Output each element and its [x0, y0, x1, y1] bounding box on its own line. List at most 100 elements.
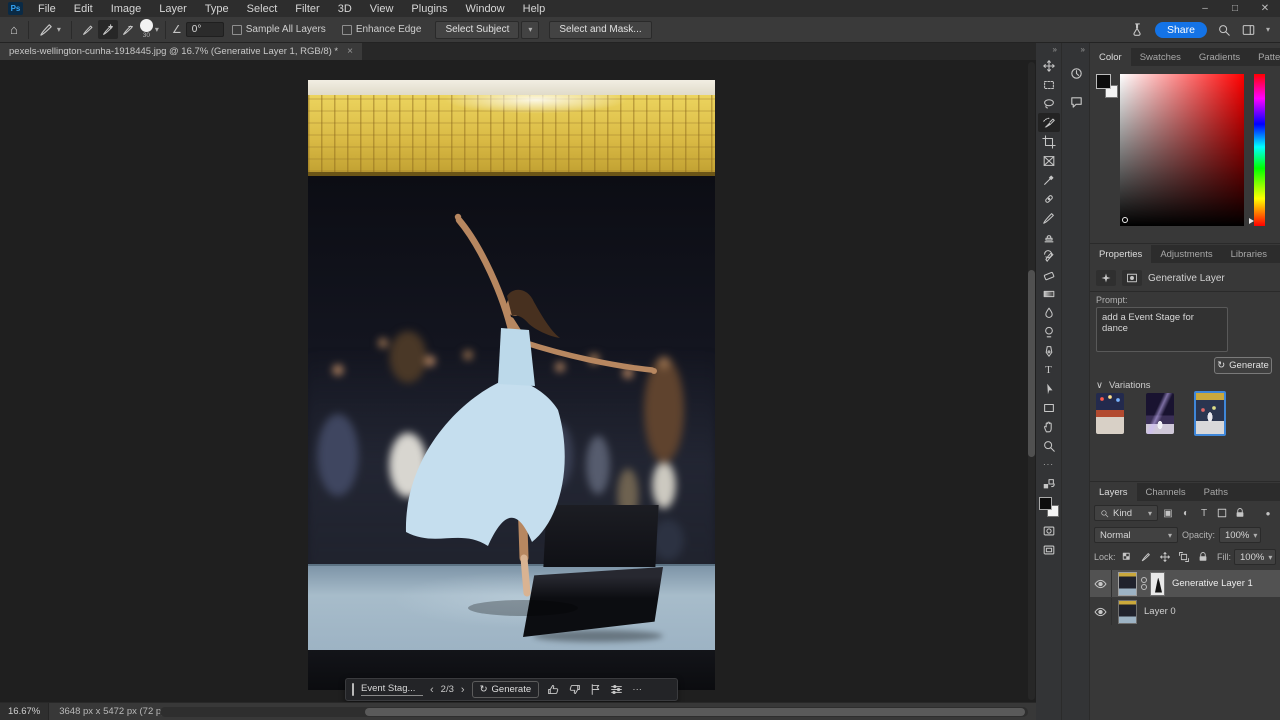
thumbs-down-icon[interactable] [567, 683, 581, 697]
menu-filter[interactable]: Filter [286, 3, 328, 15]
tab-libraries[interactable]: Libraries [1222, 245, 1276, 263]
taskbar-generate-button[interactable]: ↻ Generate [472, 681, 540, 698]
more-options-icon[interactable]: ··· [630, 683, 644, 697]
color-picker-field[interactable] [1120, 74, 1244, 226]
variation-thumbnail-2[interactable] [1146, 393, 1174, 434]
select-subject-options-button[interactable]: ▾ [521, 21, 539, 39]
horizontal-scrollbar-thumb[interactable] [365, 708, 1025, 716]
filter-type-layers-icon[interactable]: T [1196, 505, 1212, 521]
tab-gradients[interactable]: Gradients [1190, 48, 1249, 66]
edit-toolbar-button[interactable]: ··· [1038, 455, 1060, 474]
blur-tool[interactable] [1038, 303, 1060, 322]
quick-mask-button[interactable] [1038, 521, 1060, 540]
tab-channels[interactable]: Channels [1137, 483, 1195, 501]
brush-size-picker[interactable]: 30 [140, 19, 153, 40]
foreground-color-swatch[interactable] [1039, 497, 1052, 510]
workspace-switcher-icon[interactable] [1241, 23, 1256, 37]
chevron-down-icon[interactable]: ▾ [155, 25, 159, 34]
eyedropper-tool[interactable] [1038, 170, 1060, 189]
tab-adjustments[interactable]: Adjustments [1151, 245, 1221, 263]
gradient-tool[interactable] [1038, 284, 1060, 303]
path-select-tool[interactable] [1038, 379, 1060, 398]
dodge-tool[interactable] [1038, 322, 1060, 341]
filter-kind-dropdown[interactable]: Kind ▾ [1094, 505, 1158, 521]
comments-panel-button[interactable] [1065, 90, 1087, 112]
pen-tool[interactable] [1038, 341, 1060, 360]
filter-toggle-icon[interactable]: ● [1260, 505, 1276, 521]
settings-sliders-icon[interactable] [609, 683, 623, 697]
vertical-scrollbar[interactable] [1028, 62, 1035, 700]
share-button[interactable]: Share [1155, 22, 1207, 38]
photoshop-logo[interactable]: Ps [8, 2, 23, 15]
beta-flask-icon[interactable] [1130, 22, 1145, 37]
menu-type[interactable]: Type [196, 3, 238, 15]
vertical-scrollbar-thumb[interactable] [1028, 270, 1035, 457]
document-image[interactable] [308, 80, 715, 690]
menu-help[interactable]: Help [514, 3, 555, 15]
foreground-background-swatches[interactable] [1039, 497, 1059, 517]
menu-plugins[interactable]: Plugins [402, 3, 456, 15]
lock-artboard-icon[interactable] [1176, 549, 1192, 565]
select-subject-button[interactable]: Select Subject [435, 21, 519, 39]
eraser-tool[interactable] [1038, 265, 1060, 284]
menu-layer[interactable]: Layer [150, 3, 196, 15]
prompt-textarea[interactable]: add a Event Stage for dance [1096, 307, 1228, 352]
variation-thumbnail-3-selected[interactable] [1194, 391, 1226, 436]
layer-name[interactable]: Generative Layer 1 [1172, 578, 1253, 589]
tool-preset-picker[interactable]: ▾ [35, 20, 65, 39]
filter-adjustment-layers-icon[interactable]: ◐ [1178, 505, 1194, 521]
search-icon[interactable] [1217, 23, 1231, 37]
menu-window[interactable]: Window [457, 3, 514, 15]
hue-slider[interactable] [1254, 74, 1265, 226]
screen-mode-button[interactable] [1038, 540, 1060, 559]
lasso-tool[interactable] [1038, 94, 1060, 113]
taskbar-prompt-field[interactable]: Event Stag... [361, 683, 423, 696]
color-picker-cursor[interactable] [1122, 217, 1128, 223]
blend-mode-dropdown[interactable]: Normal ▾ [1094, 527, 1178, 543]
canvas-area[interactable]: Event Stag... ‹ 2/3 › ↻ Generate ··· [0, 60, 1036, 702]
history-brush-tool[interactable] [1038, 246, 1060, 265]
layer-mask-thumbnail[interactable] [1150, 572, 1165, 596]
zoom-tool[interactable] [1038, 436, 1060, 455]
maximize-button[interactable]: □ [1220, 3, 1250, 14]
crop-tool[interactable] [1038, 132, 1060, 151]
menu-select[interactable]: Select [238, 3, 287, 15]
frame-tool[interactable] [1038, 151, 1060, 170]
layer-visibility-toggle[interactable] [1090, 598, 1112, 625]
lock-position-icon[interactable] [1157, 549, 1173, 565]
flag-report-icon[interactable] [588, 683, 602, 697]
menu-edit[interactable]: Edit [65, 3, 102, 15]
lock-transparency-icon[interactable] [1119, 549, 1135, 565]
minimize-button[interactable]: – [1190, 3, 1220, 14]
menu-view[interactable]: View [361, 3, 403, 15]
tab-paths[interactable]: Paths [1195, 483, 1237, 501]
horizontal-scrollbar[interactable] [160, 707, 1028, 717]
fill-dropdown[interactable]: 100% ▾ [1234, 549, 1276, 565]
variation-thumbnail-1[interactable] [1096, 393, 1124, 434]
chevron-down-icon[interactable]: ▾ [1266, 25, 1270, 34]
document-tab[interactable]: pexels-wellington-cunha-1918445.jpg @ 16… [0, 43, 362, 60]
layer-thumbnail[interactable] [1118, 600, 1137, 624]
hand-tool[interactable] [1038, 417, 1060, 436]
healing-brush-tool[interactable] [1038, 189, 1060, 208]
next-variation-button[interactable]: › [461, 684, 465, 696]
color-panel-swatches[interactable] [1096, 74, 1118, 98]
mask-link-icon[interactable] [1139, 577, 1148, 590]
taskbar-drag-handle[interactable] [352, 683, 354, 696]
toolbar-collapse-icon[interactable]: » [1053, 45, 1061, 56]
tab-layers[interactable]: Layers [1090, 483, 1137, 501]
lock-all-icon[interactable] [1195, 549, 1211, 565]
layer-row-generative[interactable]: Generative Layer 1 [1090, 570, 1280, 597]
filter-pixel-layers-icon[interactable]: ▣ [1160, 505, 1176, 521]
tab-properties[interactable]: Properties [1090, 245, 1151, 263]
menu-image[interactable]: Image [102, 3, 151, 15]
move-tool[interactable] [1038, 56, 1060, 75]
foreground-color-mini[interactable] [1096, 74, 1111, 89]
close-button[interactable]: ✕ [1250, 3, 1280, 14]
variations-header[interactable]: ∨ Variations [1096, 380, 1151, 391]
opacity-dropdown[interactable]: 100% ▾ [1219, 527, 1261, 543]
zoom-level-field[interactable]: 16.67% [0, 703, 49, 720]
menu-3d[interactable]: 3D [329, 3, 361, 15]
menu-file[interactable]: File [29, 3, 65, 15]
home-icon[interactable]: ⌂ [10, 22, 18, 37]
